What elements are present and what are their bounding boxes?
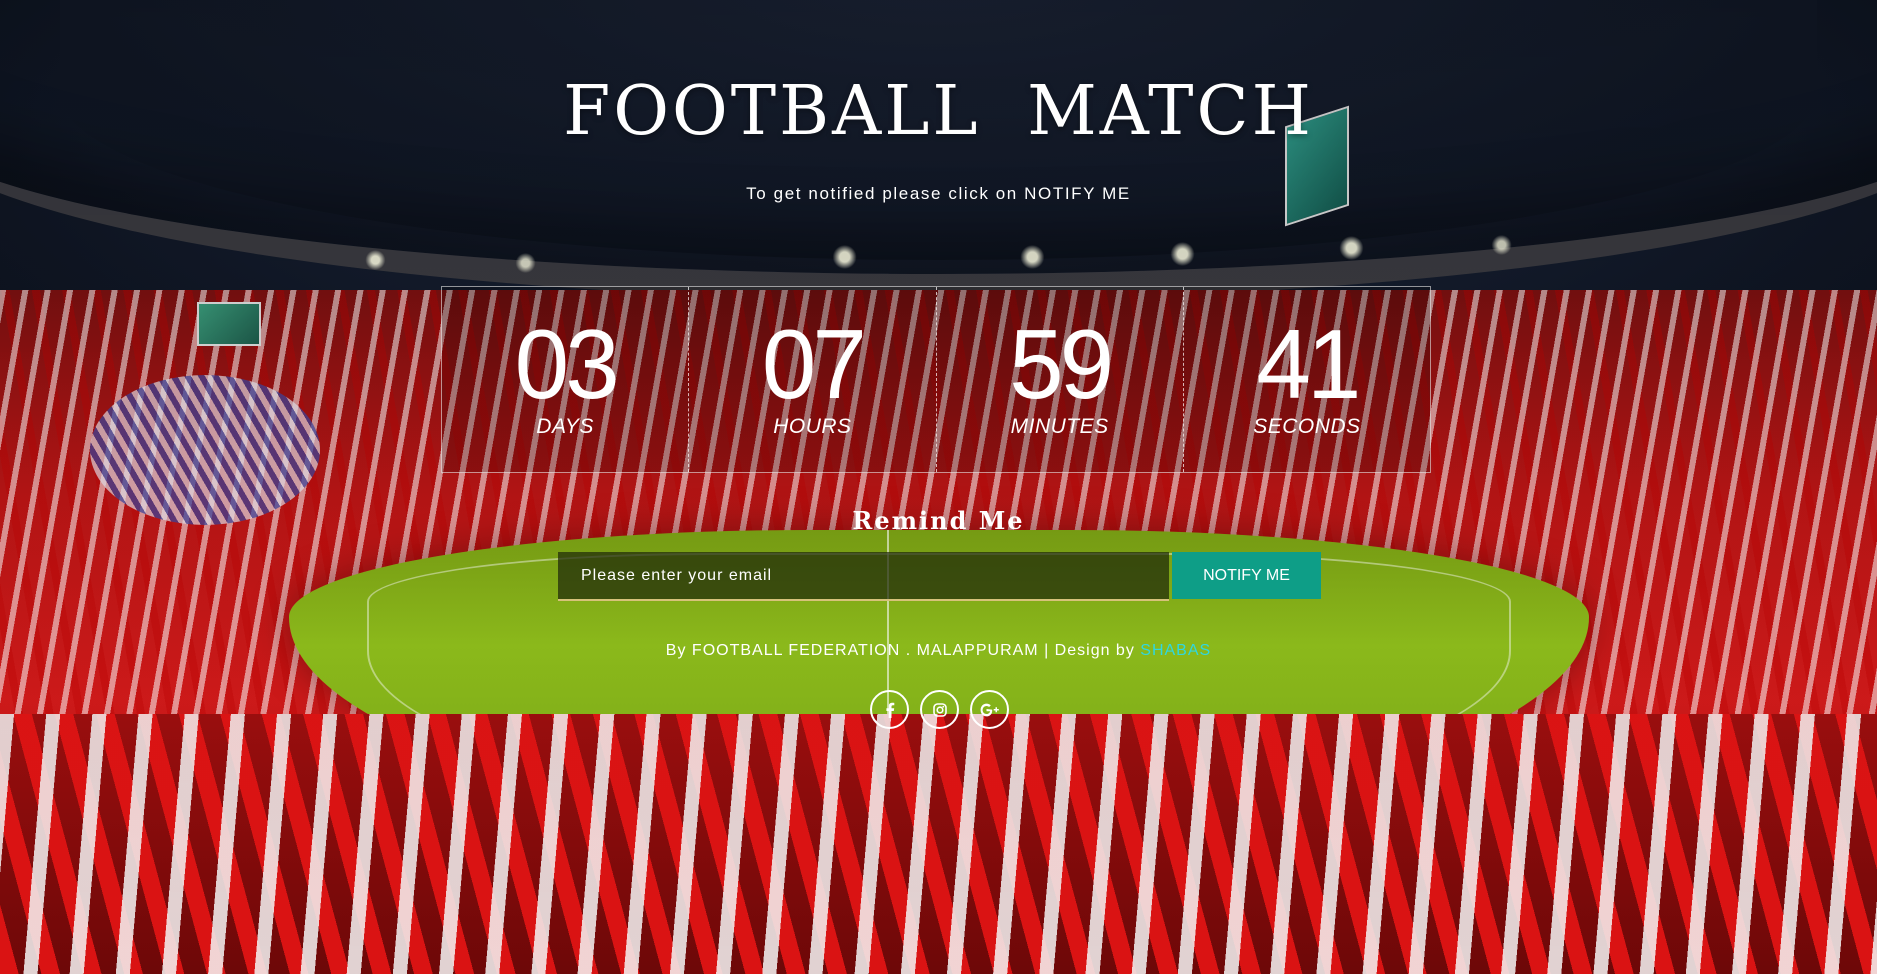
footer-credit: By FOOTBALL FEDERATION . MALAPPURAM | De… bbox=[0, 642, 1877, 660]
countdown-minutes: 59 MINUTES bbox=[937, 287, 1184, 472]
facebook-icon bbox=[883, 702, 897, 718]
minutes-value: 59 bbox=[1009, 309, 1114, 419]
page-title: FOOTBALL MATCH bbox=[563, 72, 1314, 151]
countdown-seconds: 41 SECONDS bbox=[1184, 287, 1430, 472]
minutes-label: MINUTES bbox=[1010, 415, 1109, 438]
email-input[interactable] bbox=[558, 552, 1169, 601]
designer-link[interactable]: SHABAS bbox=[1140, 642, 1211, 659]
facebook-button[interactable] bbox=[870, 690, 909, 729]
countdown-hours: 07 HOURS bbox=[689, 287, 937, 472]
days-label: DAYS bbox=[536, 415, 594, 438]
countdown-days: 03 DAYS bbox=[442, 287, 690, 472]
credit-text: By FOOTBALL FEDERATION . MALAPPURAM | De… bbox=[665, 642, 1141, 659]
page-subtitle: To get notified please click on NOTIFY M… bbox=[746, 184, 1131, 203]
notify-form: NOTIFY ME bbox=[558, 552, 1321, 601]
social-links bbox=[870, 690, 1009, 729]
remind-heading: Remind Me bbox=[852, 506, 1025, 535]
instagram-icon bbox=[932, 702, 948, 718]
hours-value: 07 bbox=[761, 309, 867, 419]
main-content: FOOTBALL MATCH To get notified please cl… bbox=[0, 0, 1877, 974]
seconds-value: 41 bbox=[1256, 309, 1361, 419]
google-plus-button[interactable] bbox=[970, 690, 1009, 729]
countdown-timer: 03 DAYS 07 HOURS 59 MINUTES 41 SECONDS bbox=[441, 286, 1431, 473]
seconds-label: SECONDS bbox=[1253, 415, 1361, 438]
instagram-button[interactable] bbox=[920, 690, 959, 729]
google-plus-icon bbox=[980, 703, 1000, 717]
days-value: 03 bbox=[514, 309, 620, 419]
notify-me-button[interactable]: NOTIFY ME bbox=[1172, 552, 1321, 599]
hours-label: HOURS bbox=[773, 415, 852, 438]
